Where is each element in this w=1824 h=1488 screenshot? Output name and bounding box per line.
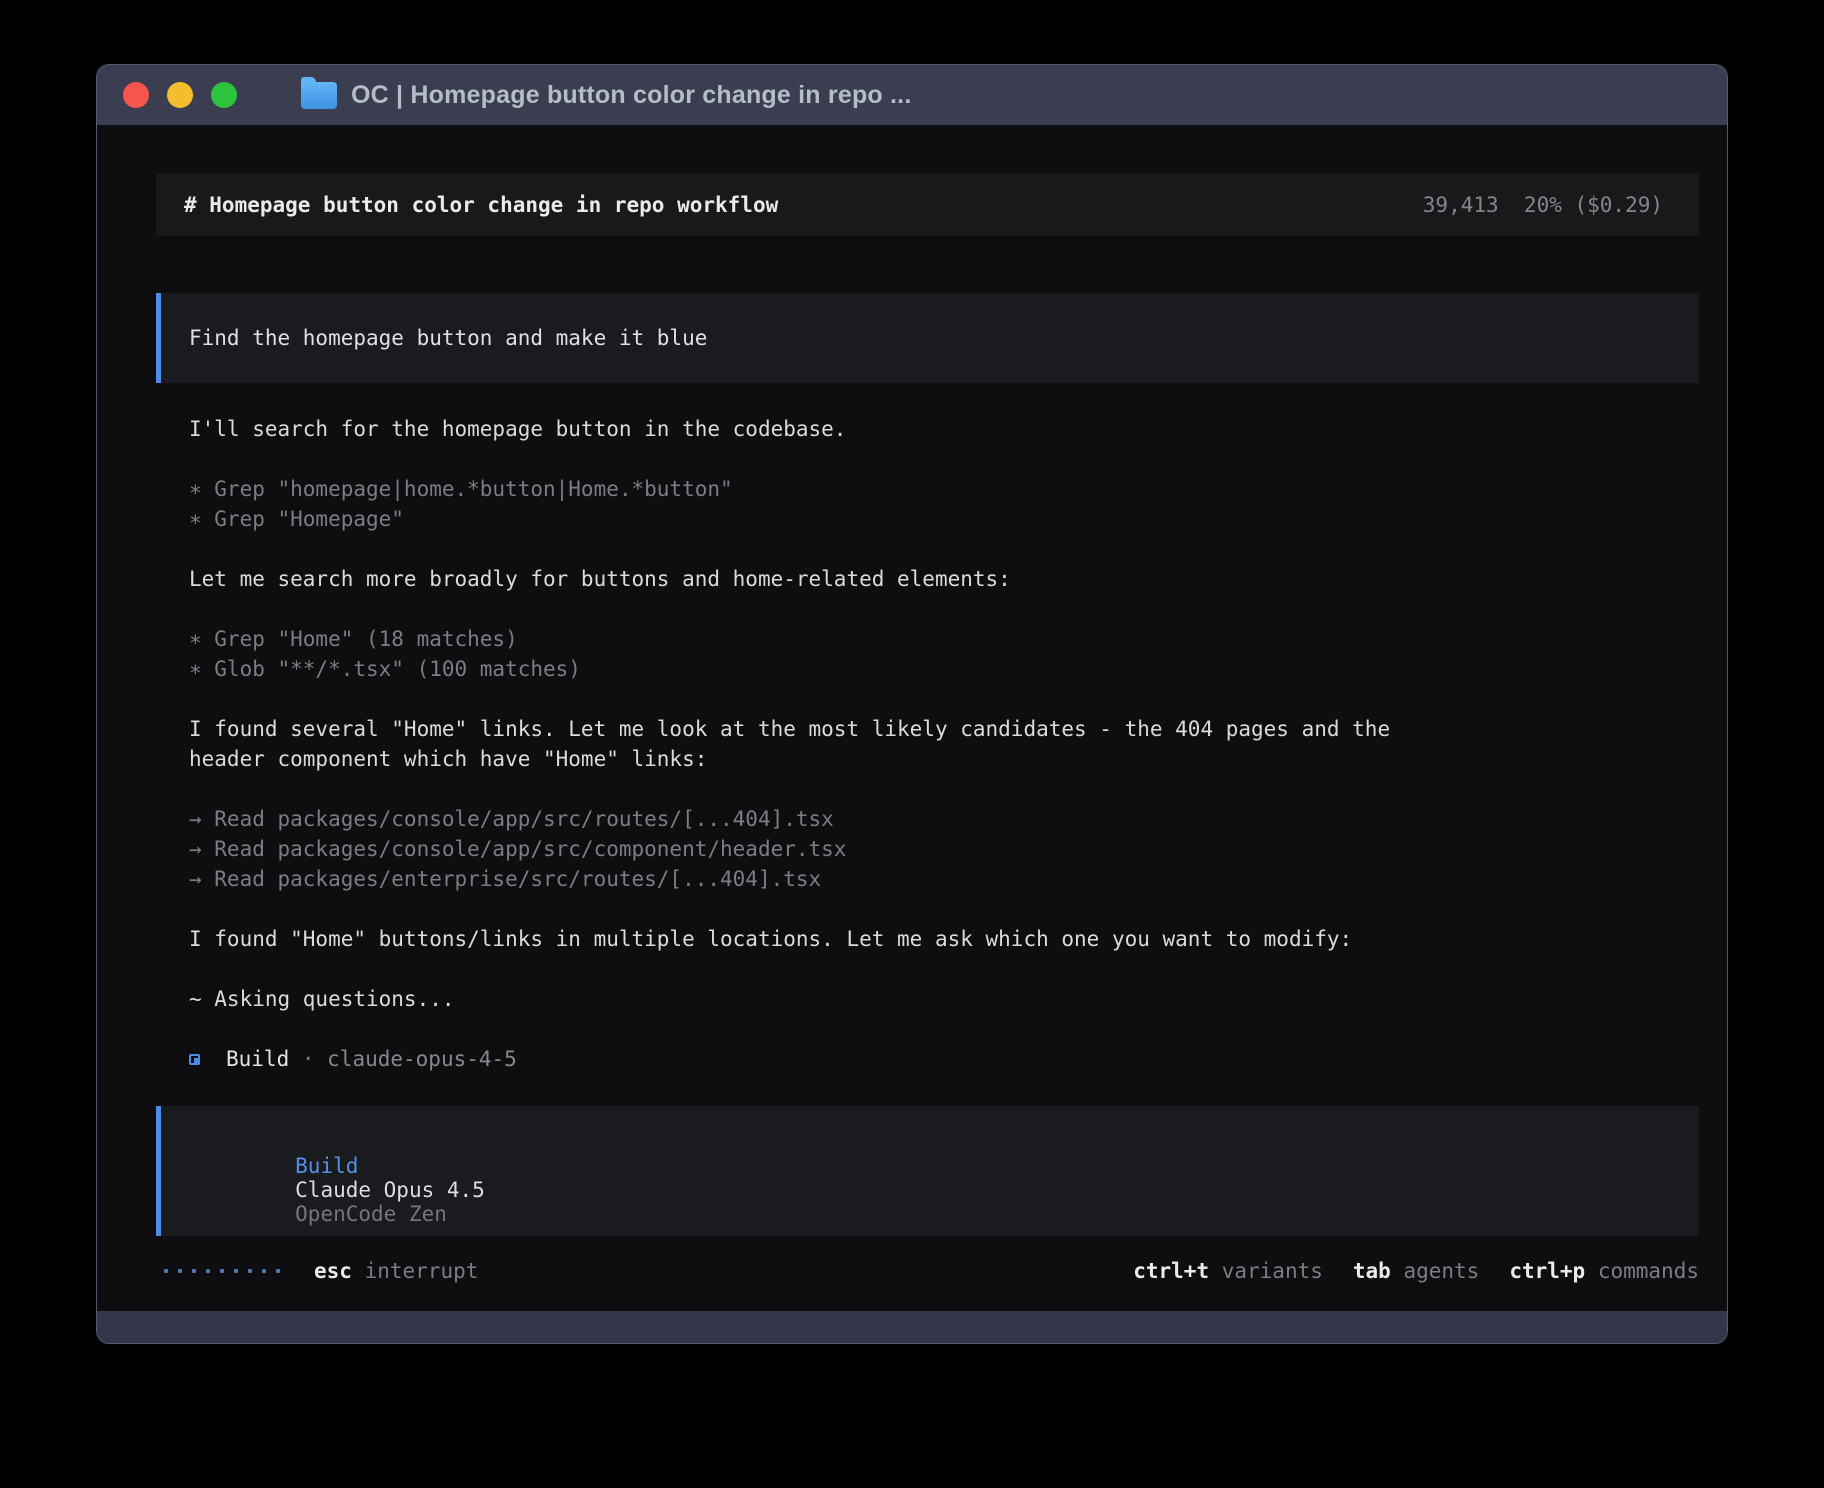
agent-status-line: Build · claude-opus-4-5: [156, 1044, 1699, 1074]
footer-hint: tab agents: [1353, 1259, 1479, 1283]
spinner-dot: [248, 1269, 252, 1273]
status-bar-left: esc interrupt: [164, 1259, 478, 1283]
session-title: # Homepage button color change in repo w…: [184, 193, 778, 217]
transcript-line: → Read packages/enterprise/src/routes/[.…: [189, 864, 1699, 894]
window-footer-strip: [97, 1311, 1727, 1343]
spinner-dot: [234, 1269, 238, 1273]
transcript: I'll search for the homepage button in t…: [156, 414, 1699, 1014]
transcript-line: ∗ Grep "homepage|home.*button|Home.*butt…: [189, 474, 1699, 504]
spinner-dots: [164, 1269, 280, 1273]
folder-icon: [301, 82, 337, 109]
window-titlebar[interactable]: OC | Homepage button color change in rep…: [97, 65, 1727, 125]
transcript-line: [189, 894, 1699, 924]
footer-hint: ctrl+p commands: [1509, 1259, 1699, 1283]
transcript-line: → Read packages/console/app/src/routes/[…: [189, 804, 1699, 834]
spinner-dot: [164, 1269, 168, 1273]
transcript-line: [189, 774, 1699, 804]
session-stats: 39,413 20% ($0.29): [1423, 193, 1663, 217]
agent-model: claude-opus-4-5: [327, 1047, 517, 1071]
spinner-dot: [262, 1269, 266, 1273]
footer-hint: ctrl+t variants: [1133, 1259, 1323, 1283]
interrupt-hint-key: esc: [314, 1259, 352, 1283]
transcript-line: ∗ Grep "Home" (18 matches): [189, 624, 1699, 654]
user-message-text: Find the homepage button and make it blu…: [189, 326, 707, 350]
spinner-dot: [220, 1269, 224, 1273]
transcript-line: [189, 684, 1699, 714]
transcript-line: ~ Asking questions...: [189, 984, 1699, 1014]
terminal-content: # Homepage button color change in repo w…: [97, 125, 1727, 1286]
input-model: Claude Opus 4.5: [295, 1178, 485, 1202]
transcript-line: I found several "Home" links. Let me loo…: [189, 714, 1699, 744]
minimize-button[interactable]: [167, 82, 193, 108]
spinner-dot: [192, 1269, 196, 1273]
transcript-line: header component which have "Home" links…: [189, 744, 1699, 774]
agent-name: Build: [226, 1047, 289, 1071]
spinner-dot: [178, 1269, 182, 1273]
status-bar: esc interrupt ctrl+t variantstab agentsc…: [156, 1256, 1699, 1286]
spinner-dot: [206, 1269, 210, 1273]
transcript-line: I found "Home" buttons/links in multiple…: [189, 924, 1699, 954]
transcript-line: ∗ Grep "Homepage": [189, 504, 1699, 534]
interrupt-hint-label: interrupt: [352, 1259, 478, 1283]
window-title: OC | Homepage button color change in rep…: [351, 81, 911, 110]
transcript-line: [189, 954, 1699, 984]
spinner-dot: [276, 1269, 280, 1273]
terminal-window: OC | Homepage button color change in rep…: [96, 64, 1728, 1344]
zoom-button[interactable]: [211, 82, 237, 108]
agent-build-icon: [189, 1054, 200, 1065]
transcript-line: → Read packages/console/app/src/componen…: [189, 834, 1699, 864]
transcript-line: [189, 444, 1699, 474]
footer-hints-right: ctrl+t variants tab agents ctrl+p commands: [1133, 1259, 1699, 1283]
transcript-line: Let me search more broadly for buttons a…: [189, 564, 1699, 594]
prompt-input[interactable]: Build Claude Opus 4.5 OpenCode Zen: [156, 1106, 1699, 1236]
input-mode: Build: [295, 1154, 358, 1178]
transcript-line: ∗ Glob "**/*.tsx" (100 matches): [189, 654, 1699, 684]
input-provider: OpenCode Zen: [295, 1202, 447, 1226]
transcript-line: [189, 534, 1699, 564]
session-header: # Homepage button color change in repo w…: [156, 174, 1699, 236]
interrupt-hint: esc interrupt: [314, 1259, 478, 1283]
close-button[interactable]: [123, 82, 149, 108]
transcript-line: I'll search for the homepage button in t…: [189, 414, 1699, 444]
user-message: Find the homepage button and make it blu…: [156, 293, 1699, 383]
input-status-line: Build Claude Opus 4.5 OpenCode Zen: [194, 1130, 1671, 1250]
transcript-line: [189, 594, 1699, 624]
agent-separator: ·: [289, 1047, 327, 1071]
